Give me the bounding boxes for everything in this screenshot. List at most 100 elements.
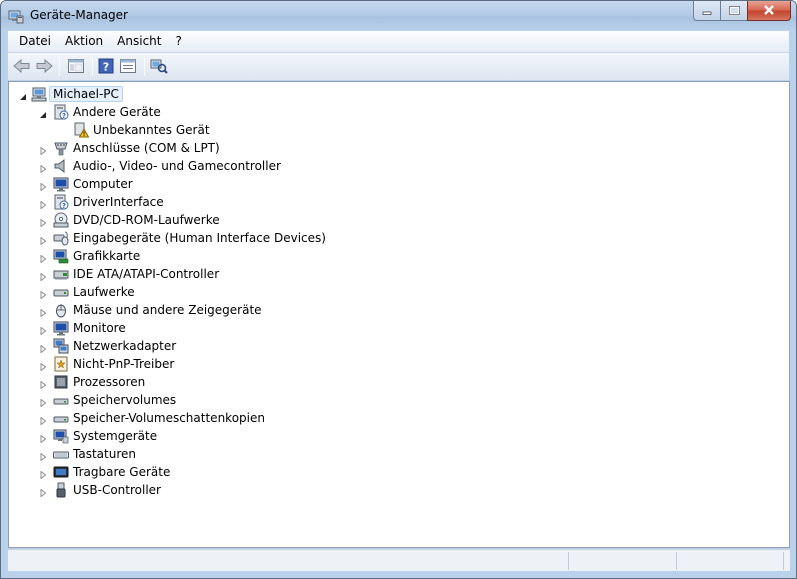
tree-category-maeuse-und-andere-zeigegeraete[interactable]: Mäuse und andere Zeigegeräte	[9, 301, 789, 319]
tree-node-label: Laufwerke	[73, 285, 135, 299]
keyboard-icon	[53, 446, 69, 462]
tree-category-audio-video-und-gamecontroller[interactable]: Audio-, Video- und Gamecontroller	[9, 157, 789, 175]
svg-text:?: ?	[62, 112, 66, 120]
forward-button[interactable]	[33, 57, 55, 77]
tree-node-label: Tragbare Geräte	[73, 465, 171, 479]
tree-category-driverinterface[interactable]: ? DriverInterface	[9, 193, 789, 211]
status-divider	[568, 552, 569, 570]
collapsed-arrow-icon[interactable]	[39, 342, 47, 354]
collapsed-arrow-icon[interactable]	[39, 216, 47, 228]
tree-category-computer[interactable]: Computer	[9, 175, 789, 193]
scan-hardware-icon	[150, 58, 168, 77]
menu-help[interactable]: ?	[168, 31, 188, 52]
maximize-button[interactable]	[720, 1, 747, 21]
collapsed-arrow-icon[interactable]	[39, 396, 47, 408]
tree-node-label: Andere Geräte	[73, 105, 161, 119]
collapsed-arrow-icon[interactable]	[39, 486, 47, 498]
properties-button[interactable]	[117, 57, 139, 77]
collapsed-arrow-icon[interactable]	[39, 234, 47, 246]
title-bar[interactable]: Geräte-Manager	[1, 1, 796, 31]
tree-category-dvd-cd-rom-laufwerke[interactable]: DVD/CD-ROM-Laufwerke	[9, 211, 789, 229]
svg-text:?: ?	[62, 202, 66, 210]
tree-category-tastaturen[interactable]: Tastaturen	[9, 445, 789, 463]
network-adapter-icon	[53, 338, 69, 354]
tree-node-label: Anschlüsse (COM & LPT)	[73, 141, 220, 155]
tree-node-label: Tastaturen	[73, 447, 136, 461]
properties-icon	[120, 58, 136, 76]
tree-category-prozessoren[interactable]: Prozessoren	[9, 373, 789, 391]
collapsed-arrow-icon[interactable]	[39, 180, 47, 192]
tree-category-nicht-pnp-treiber[interactable]: Nicht-PnP-Treiber	[9, 355, 789, 373]
usb-icon	[53, 482, 69, 498]
tree-category-grafikkarte[interactable]: Grafikkarte	[9, 247, 789, 265]
storage-volume-icon	[53, 392, 69, 408]
tree-category-usb-controller[interactable]: USB-Controller	[9, 481, 789, 499]
collapsed-arrow-icon[interactable]	[39, 288, 47, 300]
back-button[interactable]	[11, 57, 33, 77]
status-divider	[783, 552, 784, 570]
system-device-icon	[53, 428, 69, 444]
close-button[interactable]	[747, 1, 791, 21]
expanded-arrow-icon[interactable]	[39, 108, 47, 118]
collapsed-arrow-icon[interactable]	[39, 324, 47, 336]
port-icon	[53, 140, 69, 156]
tree-node-label: Grafikkarte	[73, 249, 141, 263]
tree-node-label: USB-Controller	[73, 483, 161, 497]
menu-aktion[interactable]: Aktion	[58, 31, 110, 52]
minimize-button[interactable]	[693, 1, 720, 21]
back-icon	[13, 58, 31, 76]
processor-icon	[53, 374, 69, 390]
collapsed-arrow-icon[interactable]	[39, 198, 47, 210]
display-adapter-icon	[53, 248, 69, 264]
unknown-device-icon: ?	[53, 104, 69, 120]
tree-category-laufwerke[interactable]: Laufwerke	[9, 283, 789, 301]
monitor-icon	[53, 176, 69, 192]
menu-ansicht[interactable]: Ansicht	[110, 31, 168, 52]
menu-bar: Datei Aktion Ansicht ?	[8, 31, 789, 52]
unknown-device-icon: ?	[53, 194, 69, 210]
collapsed-arrow-icon[interactable]	[39, 162, 47, 174]
help-button[interactable]: ?	[95, 57, 117, 77]
help-icon: ?	[98, 58, 114, 77]
tree-node-label: Mäuse und andere Zeigegeräte	[73, 303, 262, 317]
collapsed-arrow-icon[interactable]	[39, 378, 47, 390]
tree-category-tragbare-geraete[interactable]: Tragbare Geräte	[9, 463, 789, 481]
device-tree-pane[interactable]: Michael-PC? Andere Geräte Unbekanntes Gerä…	[8, 81, 790, 548]
tree-node-label: Michael-PC	[49, 86, 123, 102]
tree-category-andere-geraete[interactable]: ? Andere Geräte	[9, 103, 789, 121]
collapsed-arrow-icon[interactable]	[39, 144, 47, 156]
collapsed-arrow-icon[interactable]	[39, 450, 47, 462]
tree-category-speichervolumes[interactable]: Speichervolumes	[9, 391, 789, 409]
tree-node-label: IDE ATA/ATAPI-Controller	[73, 267, 220, 281]
toolbar-separator	[92, 58, 93, 76]
tree-category-monitore[interactable]: Monitore	[9, 319, 789, 337]
expanded-arrow-icon[interactable]	[19, 90, 27, 100]
collapsed-arrow-icon[interactable]	[39, 414, 47, 426]
collapsed-arrow-icon[interactable]	[39, 270, 47, 282]
console-tree-button[interactable]	[65, 57, 87, 77]
collapsed-arrow-icon[interactable]	[39, 432, 47, 444]
tree-category-speicher-volumeschattenkopien[interactable]: Speicher-Volumeschattenkopien	[9, 409, 789, 427]
menu-datei[interactable]: Datei	[12, 31, 58, 52]
maximize-icon	[728, 4, 740, 18]
scan-hardware-button[interactable]	[148, 57, 170, 77]
toolbar-separator	[59, 58, 60, 76]
tree-category-systemgeraete[interactable]: Systemgeräte	[9, 427, 789, 445]
tree-category-ide-ata-atapi-controller[interactable]: IDE ATA/ATAPI-Controller	[9, 265, 789, 283]
computer-icon	[31, 86, 47, 102]
close-icon	[763, 4, 775, 18]
tree-node-label: Monitore	[73, 321, 126, 335]
collapsed-arrow-icon[interactable]	[39, 306, 47, 318]
collapsed-arrow-icon[interactable]	[39, 360, 47, 372]
collapsed-arrow-icon[interactable]	[39, 252, 47, 264]
tree-category-netzwerkadapter[interactable]: Netzwerkadapter	[9, 337, 789, 355]
disc-drive-icon	[53, 212, 69, 228]
collapsed-arrow-icon[interactable]	[39, 468, 47, 480]
tree-device-unbekanntes-geraet[interactable]: Unbekanntes Gerät	[9, 121, 789, 139]
toolbar-separator	[144, 58, 145, 76]
tree-category-eingabegeraete-human-interface-devices[interactable]: Eingabegeräte (Human Interface Devices)	[9, 229, 789, 247]
tree-root-michael-pc[interactable]: Michael-PC	[9, 85, 789, 103]
tree-node-label: Prozessoren	[73, 375, 146, 389]
tree-node-label: Netzwerkadapter	[73, 339, 177, 353]
tree-category-anschluesse-com-lpt[interactable]: Anschlüsse (COM & LPT)	[9, 139, 789, 157]
